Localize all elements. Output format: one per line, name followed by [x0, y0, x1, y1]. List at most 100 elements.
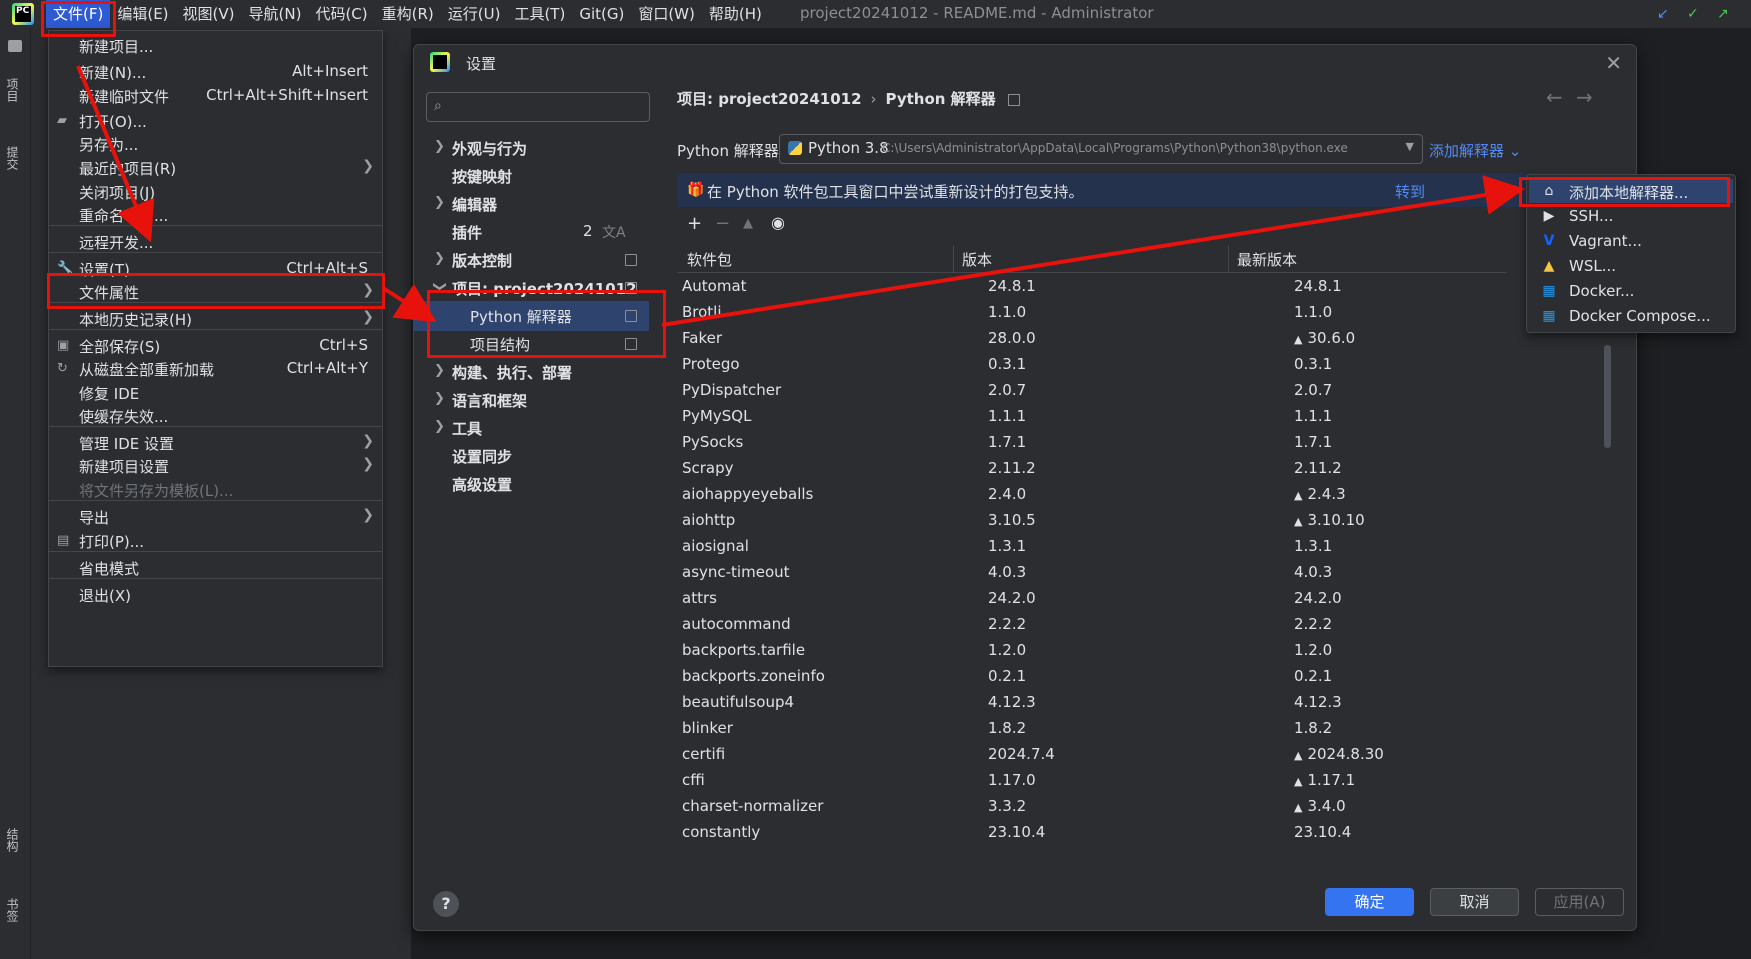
file-menu-save-all[interactable]: ▣ 全部保存(S) Ctrl+S [49, 333, 382, 358]
upgrade-package-icon[interactable]: ▲ [743, 216, 753, 231]
file-menu-manage-ide-settings[interactable]: 管理 IDE 设置 ❯ [49, 430, 382, 455]
package-row[interactable]: backports.zoneinfo 0.2.1 0.2.1 [677, 663, 1507, 689]
apply-button[interactable]: 应用(A) [1535, 888, 1624, 916]
package-row[interactable]: certifi 2024.7.4 ▲ 2024.8.30 [677, 741, 1507, 767]
add-wsl-interpreter-item[interactable]: ▲ WSL... [1529, 254, 1733, 278]
package-row[interactable]: attrs 24.2.0 24.2.0 [677, 585, 1507, 611]
bookmarks-tool-label[interactable]: 书签 [4, 898, 21, 922]
vcs-push-icon[interactable]: ↗ [1717, 6, 1729, 22]
tree-settings-sync[interactable]: 设置同步 [414, 441, 649, 471]
package-row[interactable]: PySocks 1.7.1 1.7.1 [677, 429, 1507, 455]
file-menu-save-as[interactable]: 另存为... [49, 131, 382, 156]
project-tool-label[interactable]: 项目 [4, 78, 21, 102]
add-package-icon[interactable]: + [687, 213, 702, 234]
package-row[interactable]: aiohappyeyeballs 2.4.0 ▲ 2.4.3 [677, 481, 1507, 507]
tree-project[interactable]: ❯ 项目: project20241012 [414, 273, 649, 303]
settings-search-field[interactable]: ⌕ [426, 92, 650, 122]
table-scrollbar[interactable] [1604, 345, 1611, 448]
tree-python-interpreter[interactable]: Python 解释器 [414, 301, 649, 331]
file-menu-remote-dev[interactable]: 远程开发... [49, 229, 382, 254]
package-row[interactable]: Faker 28.0.0 ▲ 30.6.0 [677, 325, 1507, 351]
file-menu-print[interactable]: ▤ 打印(P)... [49, 528, 382, 553]
tree-languages-frameworks[interactable]: ❯ 语言和框架 [414, 385, 649, 415]
vcs-update-icon[interactable]: ↙ [1657, 6, 1669, 22]
package-row[interactable]: beautifulsoup4 4.12.3 4.12.3 [677, 689, 1507, 715]
file-menu-new-project[interactable]: 新建项目... [49, 33, 382, 58]
column-header-latest[interactable]: 最新版本 [1237, 249, 1297, 270]
file-menu-rename-project[interactable]: 重命名项目... [49, 202, 382, 227]
package-row[interactable]: async-timeout 4.0.3 4.0.3 [677, 559, 1507, 585]
column-header-version[interactable]: 版本 [962, 249, 992, 270]
commit-tool-label[interactable]: 提交 [4, 146, 21, 170]
folder-icon[interactable] [8, 40, 22, 52]
tree-version-control[interactable]: ❯ 版本控制 [414, 245, 649, 275]
package-row[interactable]: blinker 1.8.2 1.8.2 [677, 715, 1507, 741]
menu-run[interactable]: 运行(U) [441, 0, 508, 28]
file-menu-local-history[interactable]: 本地历史记录(H) ❯ [49, 306, 382, 331]
breadcrumb-project[interactable]: 项目: project20241012 [677, 90, 862, 108]
tree-advanced-settings[interactable]: 高级设置 [414, 469, 649, 499]
ok-button[interactable]: 确定 [1325, 888, 1414, 916]
structure-tool-label[interactable]: 结构 [4, 828, 21, 852]
package-row[interactable]: constantly 23.10.4 23.10.4 [677, 819, 1507, 845]
menu-edit[interactable]: 编辑(E) [110, 0, 175, 28]
menu-view[interactable]: 视图(V) [176, 0, 242, 28]
file-menu-reload-all[interactable]: ↻ 从磁盘全部重新加载 Ctrl+Alt+Y [49, 356, 382, 381]
tree-editor[interactable]: ❯ 编辑器 [414, 189, 649, 219]
package-row[interactable]: Brotli 1.1.0 1.1.0 [677, 299, 1507, 325]
add-local-interpreter-item[interactable]: ⌂ 添加本地解释器... [1529, 179, 1733, 203]
package-row[interactable]: charset-normalizer 3.3.2 ▲ 3.4.0 [677, 793, 1507, 819]
tree-plugins[interactable]: 插件 2 文A [414, 217, 649, 247]
file-menu-export[interactable]: 导出 ❯ [49, 504, 382, 529]
package-row[interactable]: aiosignal 1.3.1 1.3.1 [677, 533, 1507, 559]
package-row[interactable]: PyMySQL 1.1.1 1.1.1 [677, 403, 1507, 429]
file-menu-exit[interactable]: 退出(X) [49, 582, 382, 607]
eye-icon[interactable]: ◉ [771, 213, 785, 232]
package-row[interactable]: PyDispatcher 2.0.7 2.0.7 [677, 377, 1507, 403]
package-row[interactable]: Scrapy 2.11.2 2.11.2 [677, 455, 1507, 481]
menu-window[interactable]: 窗口(W) [631, 0, 702, 28]
banner-link[interactable]: 转到 [1395, 181, 1425, 202]
package-row[interactable]: aiohttp 3.10.5 ▲ 3.10.10 [677, 507, 1507, 533]
file-menu-new-scratch[interactable]: 新建临时文件 Ctrl+Alt+Shift+Insert [49, 83, 382, 108]
add-docker-compose-interpreter-item[interactable]: ▦ Docker Compose... [1529, 304, 1733, 328]
file-menu-new[interactable]: 新建(N)... Alt+Insert [49, 59, 382, 84]
package-row[interactable]: cffi 1.17.0 ▲ 1.17.1 [677, 767, 1507, 793]
file-menu-recent-projects[interactable]: 最近的项目(R) ❯ [49, 155, 382, 180]
add-interpreter-link[interactable]: 添加解释器 ⌄ [1429, 140, 1521, 161]
add-vagrant-interpreter-item[interactable]: V Vagrant... [1529, 229, 1733, 253]
close-icon[interactable]: ✕ [1605, 51, 1622, 75]
package-row[interactable]: Automat 24.8.1 24.8.1 [677, 273, 1507, 299]
file-menu-power-save[interactable]: 省电模式 [49, 555, 382, 580]
tree-tools[interactable]: ❯ 工具 [414, 413, 649, 443]
tree-keymap[interactable]: 按键映射 [414, 161, 649, 191]
package-row[interactable]: autocommand 2.2.2 2.2.2 [677, 611, 1507, 637]
menu-refactor[interactable]: 重构(R) [375, 0, 441, 28]
menu-git[interactable]: Git(G) [572, 0, 631, 28]
add-docker-interpreter-item[interactable]: ▦ Docker... [1529, 279, 1733, 303]
arrow-left-icon[interactable]: ← [1546, 85, 1563, 109]
menu-code[interactable]: 代码(C) [308, 0, 374, 28]
remove-package-icon[interactable]: − [715, 213, 730, 234]
file-menu-settings[interactable]: 🔧 设置(T)... Ctrl+Alt+S [49, 256, 382, 281]
file-menu-file-properties[interactable]: 文件属性 ❯ [49, 279, 382, 304]
menu-help[interactable]: 帮助(H) [702, 0, 769, 28]
menu-file[interactable]: 文件(F) [46, 0, 111, 28]
column-header-package[interactable]: 软件包 [687, 249, 732, 270]
menu-tools[interactable]: 工具(T) [507, 0, 572, 28]
file-menu-repair-ide[interactable]: 修复 IDE [49, 380, 382, 405]
package-row[interactable]: Protego 0.3.1 0.3.1 [677, 351, 1507, 377]
cancel-button[interactable]: 取消 [1430, 888, 1519, 916]
file-menu-new-project-settings[interactable]: 新建项目设置 ❯ [49, 453, 382, 478]
help-button[interactable]: ? [433, 891, 459, 917]
arrow-right-icon[interactable]: → [1576, 85, 1593, 109]
file-menu-invalidate-caches[interactable]: 使缓存失效... [49, 403, 382, 428]
tree-project-structure[interactable]: 项目结构 [414, 329, 649, 359]
file-menu-close-project[interactable]: 关闭项目(J) [49, 179, 382, 204]
settings-search-input[interactable] [453, 96, 647, 118]
tree-build-execution-deployment[interactable]: ❯ 构建、执行、部署 [414, 357, 649, 387]
file-menu-open[interactable]: ▰ 打开(O)... [49, 108, 382, 133]
add-ssh-interpreter-item[interactable]: ▶ SSH... [1529, 204, 1733, 228]
column-separator[interactable] [953, 245, 954, 272]
tree-appearance-behavior[interactable]: ❯ 外观与行为 [414, 133, 649, 163]
